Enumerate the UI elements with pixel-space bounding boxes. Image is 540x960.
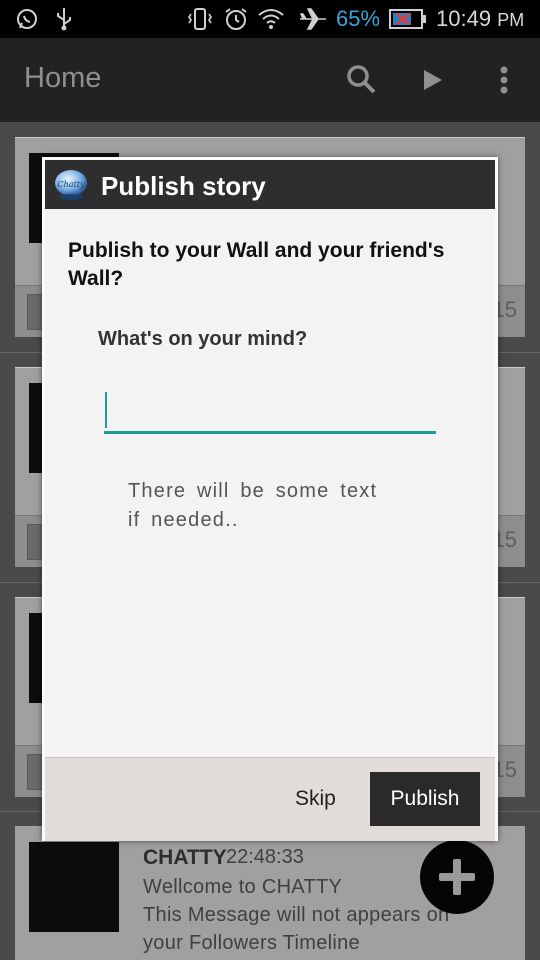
publish-button[interactable]: Publish <box>370 772 480 826</box>
clock: 10:49 PM <box>436 6 524 33</box>
dialog-question: Publish to your Wall and your friend's W… <box>68 239 445 290</box>
message-username: CHATTY <box>143 846 227 869</box>
avatar <box>29 842 119 932</box>
search-icon[interactable] <box>342 60 382 100</box>
battery-percent: 65% <box>336 6 381 31</box>
battery-icon <box>389 9 426 29</box>
chatty-logo-text: Chatty <box>58 180 85 189</box>
wifi-icon <box>258 9 284 29</box>
add-post-button[interactable] <box>420 840 494 914</box>
app-bar: Home <box>0 38 540 122</box>
overflow-menu-icon[interactable] <box>484 60 524 100</box>
vibrate-icon <box>188 8 212 30</box>
story-prompt-label: What's on your mind? <box>98 328 308 350</box>
whatsapp-icon <box>17 9 37 29</box>
dialog-header: Chatty Publish story <box>45 160 495 209</box>
clock-time: 10:49 <box>436 6 492 31</box>
message-time: 22:48:33 <box>226 846 304 868</box>
airplane-mode-icon <box>299 8 326 30</box>
clock-ampm: PM <box>497 10 525 30</box>
dialog-note: There will be some text if needed.. <box>128 480 378 531</box>
message-text: Wellcome to CHATTY <box>143 876 343 898</box>
chatty-logo: Chatty <box>55 170 87 200</box>
message-text: This Message will not appears on <box>143 904 450 926</box>
message-text: your Followers Timeline <box>143 932 360 954</box>
text-cursor <box>105 392 107 428</box>
dialog-title: Publish story <box>101 171 266 201</box>
status-bar: 65% 10:49 PM <box>0 0 540 38</box>
alarm-icon <box>225 8 247 30</box>
dialog-footer: Skip Publish <box>45 757 495 841</box>
usb-icon <box>57 8 71 31</box>
play-icon[interactable] <box>412 60 452 100</box>
publish-story-dialog: Chatty Publish story Publish to your Wal… <box>42 157 498 841</box>
skip-button[interactable]: Skip <box>295 787 336 811</box>
app-bar-title: Home <box>24 62 102 94</box>
story-input[interactable] <box>104 386 436 434</box>
